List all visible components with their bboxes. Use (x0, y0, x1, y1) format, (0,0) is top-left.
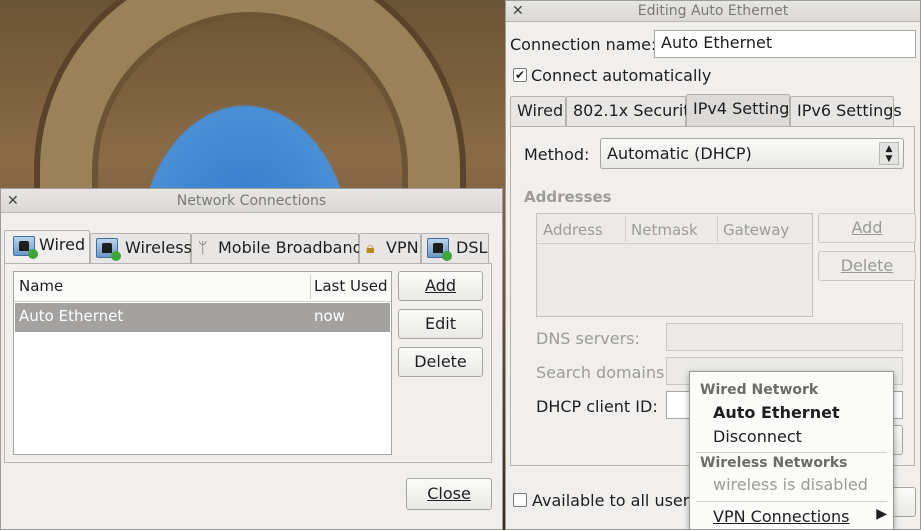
submenu-arrow-icon: ▶ (876, 506, 887, 522)
select-arrows-icon: ▲ ▼ (879, 142, 899, 165)
menu-item-vpn-connections[interactable]: VPN Connections (713, 507, 850, 526)
list-header: Name Last Used (14, 272, 391, 302)
wireless-disabled-text: wireless is disabled (713, 475, 868, 494)
close-icon[interactable]: ✕ (7, 189, 19, 213)
available-to-all-users-label: Available to all users (532, 491, 698, 510)
add-connection-button[interactable]: Add (398, 271, 483, 301)
row-name: Auto Ethernet (19, 307, 124, 325)
tab-mobile-broadband[interactable]: ᛘ Mobile Broadband (191, 233, 363, 263)
dns-servers-label: DNS servers: (536, 329, 640, 348)
column-header-address: Address (543, 221, 603, 239)
window-title: Editing Auto Ethernet (637, 3, 789, 19)
column-divider (625, 216, 626, 242)
column-divider (717, 216, 718, 242)
tab-wired-settings[interactable]: Wired (510, 96, 566, 126)
menu-separator (696, 501, 887, 502)
window-title: Network Connections (176, 193, 327, 209)
search-domains-label: Search domains: (536, 363, 670, 382)
close-icon[interactable]: ✕ (512, 1, 524, 21)
tab-dsl[interactable]: DSL (421, 233, 489, 263)
dsl-network-icon (427, 238, 452, 261)
network-connections-window: ✕ Network Connections Wired Wireless ᛘ M… (0, 188, 503, 530)
editing-titlebar: ✕ Editing Auto Ethernet (506, 1, 920, 22)
menu-item-auto-ethernet[interactable]: Auto Ethernet (713, 403, 840, 422)
connect-automatically-label: Connect automatically (531, 66, 712, 85)
close-button[interactable]: Close (406, 478, 492, 510)
addresses-header: Address Netmask Gateway (537, 214, 812, 244)
tab-ipv6-settings[interactable]: IPv6 Settings (790, 96, 902, 126)
wireless-networks-header: Wireless Networks (700, 455, 848, 471)
method-label: Method: (524, 145, 590, 164)
delete-address-button[interactable]: Delete (818, 251, 916, 281)
lock-icon: 🔒︎ (366, 238, 375, 257)
antenna-icon: ᛘ (198, 238, 208, 257)
dns-servers-input[interactable] (666, 323, 903, 351)
connection-name-input[interactable]: Auto Ethernet (654, 30, 916, 58)
row-last-used: now (314, 307, 345, 325)
menu-item-disconnect[interactable]: Disconnect (713, 427, 802, 446)
connect-automatically-checkbox[interactable]: ✔ (513, 68, 527, 82)
addresses-table: Address Netmask Gateway (536, 213, 813, 317)
column-divider (310, 275, 311, 299)
network-menu: Wired Network Auto Ethernet Disconnect W… (689, 371, 894, 530)
connection-list: Name Last Used Auto Ethernet now (13, 271, 392, 455)
add-address-button[interactable]: Add (818, 213, 916, 243)
table-row[interactable]: Auto Ethernet now (15, 303, 390, 332)
column-header-gateway: Gateway (723, 221, 790, 239)
tab-vpn[interactable]: 🔒︎ VPN (359, 233, 421, 263)
available-to-all-users-checkbox[interactable] (513, 493, 527, 507)
method-value: Automatic (DHCP) (607, 144, 752, 163)
column-header-last-used[interactable]: Last Used (314, 277, 388, 295)
network-connections-titlebar: ✕ Network Connections (1, 189, 502, 213)
menu-separator (696, 452, 887, 453)
wired-network-icon (13, 236, 38, 259)
tab-wireless[interactable]: Wireless (90, 233, 192, 263)
connection-name-label: Connection name: (510, 35, 657, 54)
delete-connection-button[interactable]: Delete (398, 347, 483, 377)
addresses-label: Addresses (524, 188, 612, 206)
dhcp-client-id-label: DHCP client ID: (536, 397, 658, 416)
tab-8021x-security[interactable]: 802.1x Security (566, 96, 699, 126)
tab-wired[interactable]: Wired (4, 230, 90, 263)
method-select[interactable]: Automatic (DHCP) ▲ ▼ (600, 138, 904, 169)
wired-network-header: Wired Network (700, 382, 819, 398)
column-header-netmask: Netmask (631, 221, 698, 239)
column-header-name[interactable]: Name (19, 277, 63, 295)
edit-connection-button[interactable]: Edit (398, 309, 483, 339)
tab-ipv4-settings[interactable]: IPv4 Settings (686, 94, 798, 127)
wireless-network-icon (96, 238, 121, 261)
